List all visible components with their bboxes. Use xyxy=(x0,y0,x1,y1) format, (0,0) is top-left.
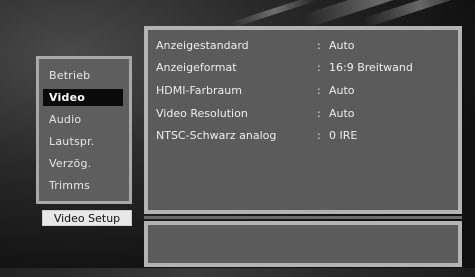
setting-value: Auto xyxy=(329,39,355,52)
setting-separator: : xyxy=(317,61,321,74)
setting-separator: : xyxy=(317,107,321,120)
tv-screen: Betrieb Video Audio Lautspr. Verzög. Tri… xyxy=(0,0,475,277)
setting-label: Anzeigeformat xyxy=(156,61,237,74)
setting-row-anzeigestandard[interactable]: Anzeigestandard : Auto xyxy=(156,38,456,54)
setting-separator: : xyxy=(317,129,321,142)
setting-row-ntsc-schwarz[interactable]: NTSC-Schwarz analog : 0 IRE xyxy=(156,128,456,144)
setting-separator: : xyxy=(317,39,321,52)
setting-row-hdmi-farbraum[interactable]: HDMI-Farbraum : Auto xyxy=(156,83,456,99)
setting-value: 0 IRE xyxy=(329,129,358,142)
setting-label: NTSC-Schwarz analog xyxy=(156,129,277,142)
setting-row-video-resolution[interactable]: Video Resolution : Auto xyxy=(156,106,456,122)
panel-divider xyxy=(144,216,462,219)
menu-item-verzoeg[interactable]: Verzög. xyxy=(43,155,123,172)
info-panel xyxy=(144,221,462,267)
bottom-edge xyxy=(0,268,475,277)
setting-value: Auto xyxy=(329,107,355,120)
menu-item-lautspr[interactable]: Lautspr. xyxy=(43,133,123,150)
menu-caption: Video Setup xyxy=(42,210,132,226)
menu-item-betrieb[interactable]: Betrieb xyxy=(43,67,123,84)
menu-item-trimms[interactable]: Trimms xyxy=(43,177,123,194)
setting-value: Auto xyxy=(329,84,355,97)
setting-label: Anzeigestandard xyxy=(156,39,249,52)
setting-value: 16:9 Breitwand xyxy=(329,61,413,74)
setting-separator: : xyxy=(317,84,321,97)
setup-menu: Betrieb Video Audio Lautspr. Verzög. Tri… xyxy=(36,56,132,204)
menu-item-video[interactable]: Video xyxy=(43,89,123,106)
settings-panel: Anzeigestandard : Auto Anzeigeformat : 1… xyxy=(144,26,462,214)
menu-item-audio[interactable]: Audio xyxy=(43,111,123,128)
setting-row-anzeigeformat[interactable]: Anzeigeformat : 16:9 Breitwand xyxy=(156,60,456,76)
setting-label: Video Resolution xyxy=(156,107,248,120)
setting-label: HDMI-Farbraum xyxy=(156,84,242,97)
